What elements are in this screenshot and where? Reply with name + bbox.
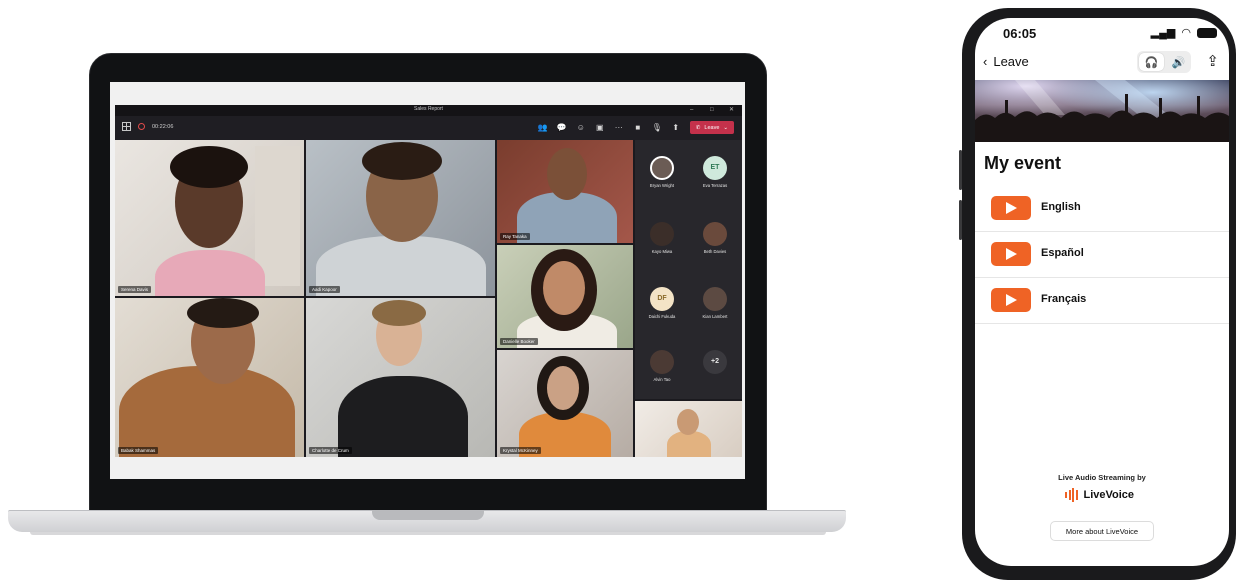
chevron-left-icon: ‹ [983,54,988,69]
roster-name: Daichi Fukuda [648,314,676,319]
title-bar: Sales Report – □ ✕ [115,105,742,116]
audio-output-toggle[interactable]: 🎧 🔊 [1137,51,1191,73]
play-icon[interactable] [991,288,1031,312]
teams-meeting-window: Sales Report – □ ✕ 00:22:06 👥 💬 ☺ ▣ ··· … [115,105,742,457]
battery-icon [1197,27,1217,38]
powered-by-text: Live Audio Streaming by [1058,473,1146,482]
language-label: English [1041,201,1081,213]
language-label: Français [1041,293,1087,305]
share-screen-icon[interactable]: ⬆ [671,123,681,133]
language-row-espanol[interactable]: Español [975,232,1229,278]
participant-name: Charlotte de Crum [309,447,352,454]
video-tile[interactable]: Krystal McKinney [497,350,633,457]
meeting-toolbar: 00:22:06 👥 💬 ☺ ▣ ··· ■ 🎙 ⬆ ✆ Leave ⌄ [115,116,742,140]
headphones-icon[interactable]: 🎧 [1139,53,1164,71]
more-options-icon[interactable]: ··· [614,123,624,133]
roster-name: Bryan Wright [649,183,675,188]
roster-name: Kian Lambert [702,314,728,319]
signal-icon: ▂▄▆ [1150,27,1176,39]
avatar [650,222,674,246]
wifi-icon: ◠ [1181,27,1191,39]
phone-screen: 06:05 ▂▄▆ ◠ ‹ Leave 🎧 🔊 ⇪ My event Engli… [975,18,1229,566]
language-row-francais[interactable]: Français [975,278,1229,324]
avatar [703,287,727,311]
recording-icon [138,123,145,130]
brand-name: LiveVoice [1083,489,1135,501]
participant-roster: Bryan Wright ET Eva Terrazas Kayo Miwa B… [635,140,742,399]
laptop-notch [372,510,484,520]
video-tile[interactable]: Babak Shammas [115,298,304,457]
sound-bars-icon [1065,488,1078,502]
participant-name: Ray Tanaka [500,233,530,240]
participant-name: Krystal McKinney [500,447,541,454]
concert-crowd-illustration [975,80,1229,142]
mic-icon[interactable]: 🎙 [652,123,662,133]
event-banner-image [975,80,1229,142]
participant-name: Serena Davis [118,286,152,293]
play-icon[interactable] [991,196,1031,220]
video-tile[interactable]: Aadi Kapoor [306,140,495,296]
avatar [703,222,727,246]
event-title: My event [984,153,1062,173]
livevoice-logo: LiveVoice [1065,488,1134,502]
video-stage: Serena Davis Aadi Kapoor Ray Tanaka Dani… [115,140,742,457]
laptop-screen: Sales Report – □ ✕ 00:22:06 👥 💬 ☺ ▣ ··· … [110,82,745,479]
video-tile[interactable]: Ray Tanaka [497,140,633,243]
window-title: Sales Report [414,106,443,112]
roster-participant[interactable]: Alvin Tao [642,350,682,382]
roster-participant[interactable]: Bryan Wright [642,156,682,188]
reactions-icon[interactable]: ☺ [576,123,586,133]
language-row-english[interactable]: English [975,186,1229,232]
grid-view-icon[interactable] [122,122,131,131]
overflow-count: +2 [703,350,727,374]
leave-label: Leave [704,124,720,131]
video-tile[interactable]: Serena Davis [115,140,304,296]
roster-name: Alvin Tao [653,377,671,382]
roster-participant[interactable]: Beth Davies [695,222,735,254]
close-icon[interactable]: ✕ [729,105,734,115]
more-about-button[interactable]: More about LiveVoice [1050,521,1154,541]
people-icon[interactable]: 👥 [538,123,548,133]
video-tile[interactable]: Danielle Booker [497,245,633,348]
roster-participant[interactable]: Kayo Miwa [642,222,682,254]
camera-icon[interactable]: ■ [633,123,643,133]
play-icon[interactable] [991,242,1031,266]
status-bar: 06:05 ▂▄▆ ◠ [975,18,1229,48]
chat-icon[interactable]: 💬 [557,123,567,133]
participant-name: Aadi Kapoor [309,286,340,293]
chevron-down-icon: ⌄ [723,124,728,131]
participant-name: Danielle Booker [500,338,538,345]
rooms-icon[interactable]: ▣ [595,123,605,133]
roster-name: Kayo Miwa [651,249,673,254]
phone-hangup-icon: ✆ [695,124,701,131]
speaker-icon[interactable]: 🔊 [1166,51,1191,73]
participant-name: Babak Shammas [118,447,159,454]
video-tile[interactable]: Charlotte de Crum [306,298,495,457]
more-participants[interactable]: +2 [695,350,735,374]
leave-button[interactable]: ✆ Leave ⌄ [689,121,734,134]
roster-name: Eva Terrazas [702,183,728,188]
maximize-icon[interactable]: □ [710,105,714,115]
leave-back-button[interactable]: ‹ Leave [983,54,1029,69]
meeting-timer: 00:22:06 [152,123,174,130]
back-label: Leave [993,54,1029,69]
language-label: Español [1041,247,1084,259]
status-time: 06:05 [1003,26,1037,41]
share-icon[interactable]: ⇪ [1206,52,1219,70]
roster-name: Beth Davies [703,249,727,254]
minimize-icon[interactable]: – [690,105,693,115]
laptop-shadow [30,532,826,535]
roster-participant[interactable]: ET Eva Terrazas [695,156,735,188]
nav-bar: ‹ Leave 🎧 🔊 ⇪ [975,48,1229,80]
avatar [650,350,674,374]
avatar: ET [703,156,727,180]
roster-participant[interactable]: Kian Lambert [695,287,735,319]
self-view-tile[interactable] [635,401,742,457]
roster-participant[interactable]: DF Daichi Fukuda [642,287,682,319]
avatar: DF [650,287,674,311]
avatar [650,156,674,180]
